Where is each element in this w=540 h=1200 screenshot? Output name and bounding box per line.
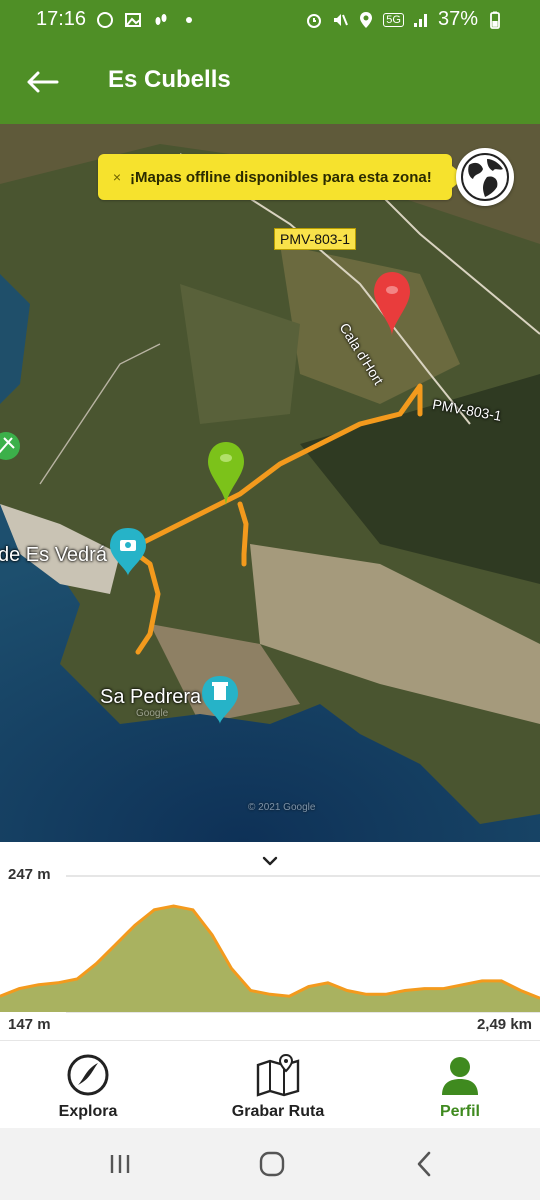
status-bar: 17:16 5G 37% — [0, 0, 540, 40]
tab-bar: Explora Grabar Ruta Perfil — [0, 1040, 540, 1129]
whatsapp-icon — [97, 11, 114, 28]
location-icon — [360, 11, 373, 28]
network-type: 5G — [383, 12, 404, 27]
back-button[interactable] — [18, 58, 66, 106]
globe-icon — [461, 153, 509, 201]
app-bar: Es Cubells — [0, 40, 540, 124]
map-watermark: Google — [136, 708, 169, 719]
map-view[interactable]: Cala d'Hort PMV-803-1 de Es Vedrá Sa Ped… — [0, 124, 540, 842]
tab-explora[interactable]: Explora — [32, 1041, 144, 1129]
tab-label-explora: Explora — [58, 1103, 118, 1120]
tab-perfil[interactable]: Perfil — [412, 1041, 508, 1129]
elevation-panel: 247 m 147 m 2,49 km — [0, 842, 540, 1040]
page-title: Es Cubells — [108, 66, 231, 93]
recent-apps-button[interactable] — [100, 1148, 140, 1180]
close-icon[interactable]: × — [104, 169, 130, 185]
elevation-max-label: 247 m — [8, 866, 51, 883]
map-pin-icon — [256, 1053, 300, 1097]
back-icon — [417, 1151, 431, 1177]
signal-icon — [413, 13, 427, 27]
recent-apps-icon — [110, 1155, 130, 1173]
tab-label-grabar-ruta: Grabar Ruta — [231, 1103, 325, 1120]
home-button[interactable] — [252, 1148, 292, 1180]
home-icon — [259, 1151, 285, 1177]
status-left: 17:16 — [36, 8, 198, 31]
distance-label: 2,49 km — [476, 1016, 532, 1033]
battery-icon — [490, 11, 500, 29]
footsteps-icon — [155, 13, 167, 25]
offline-banner-text: ¡Mapas offline disponibles para esta zon… — [130, 168, 432, 186]
mute-icon — [334, 13, 349, 26]
road-label: PMV-803-1 — [274, 228, 357, 250]
tab-grabar-ruta[interactable]: Grabar Ruta — [210, 1041, 346, 1129]
chevron-down-icon[interactable] — [258, 852, 282, 870]
place-label-pedrera: Sa Pedrera — [100, 686, 202, 708]
globe-button[interactable] — [456, 148, 514, 206]
gallery-icon — [125, 12, 142, 27]
arrow-left-icon — [27, 71, 59, 93]
elevation-min-label: 147 m — [8, 1016, 51, 1033]
elevation-chart — [0, 875, 540, 1013]
status-time: 17:16 — [36, 8, 87, 30]
elevation-area — [0, 906, 540, 1012]
system-nav-bar — [0, 1128, 540, 1200]
satellite-map — [0, 124, 540, 842]
map-copyright: © 2021 Google — [248, 802, 316, 813]
battery-percent: 37% — [437, 8, 478, 30]
alarm-icon — [307, 13, 322, 28]
offline-maps-banner[interactable]: × ¡Mapas offline disponibles para esta z… — [98, 154, 466, 200]
status-right: 5G 37% — [305, 8, 504, 31]
user-icon — [442, 1057, 478, 1095]
tab-label-perfil: Perfil — [439, 1103, 480, 1120]
back-nav-button[interactable] — [404, 1148, 444, 1180]
wikiloc-icon — [67, 1054, 109, 1096]
dot-icon — [186, 16, 193, 23]
place-label-vedra: de Es Vedrá — [0, 544, 107, 566]
